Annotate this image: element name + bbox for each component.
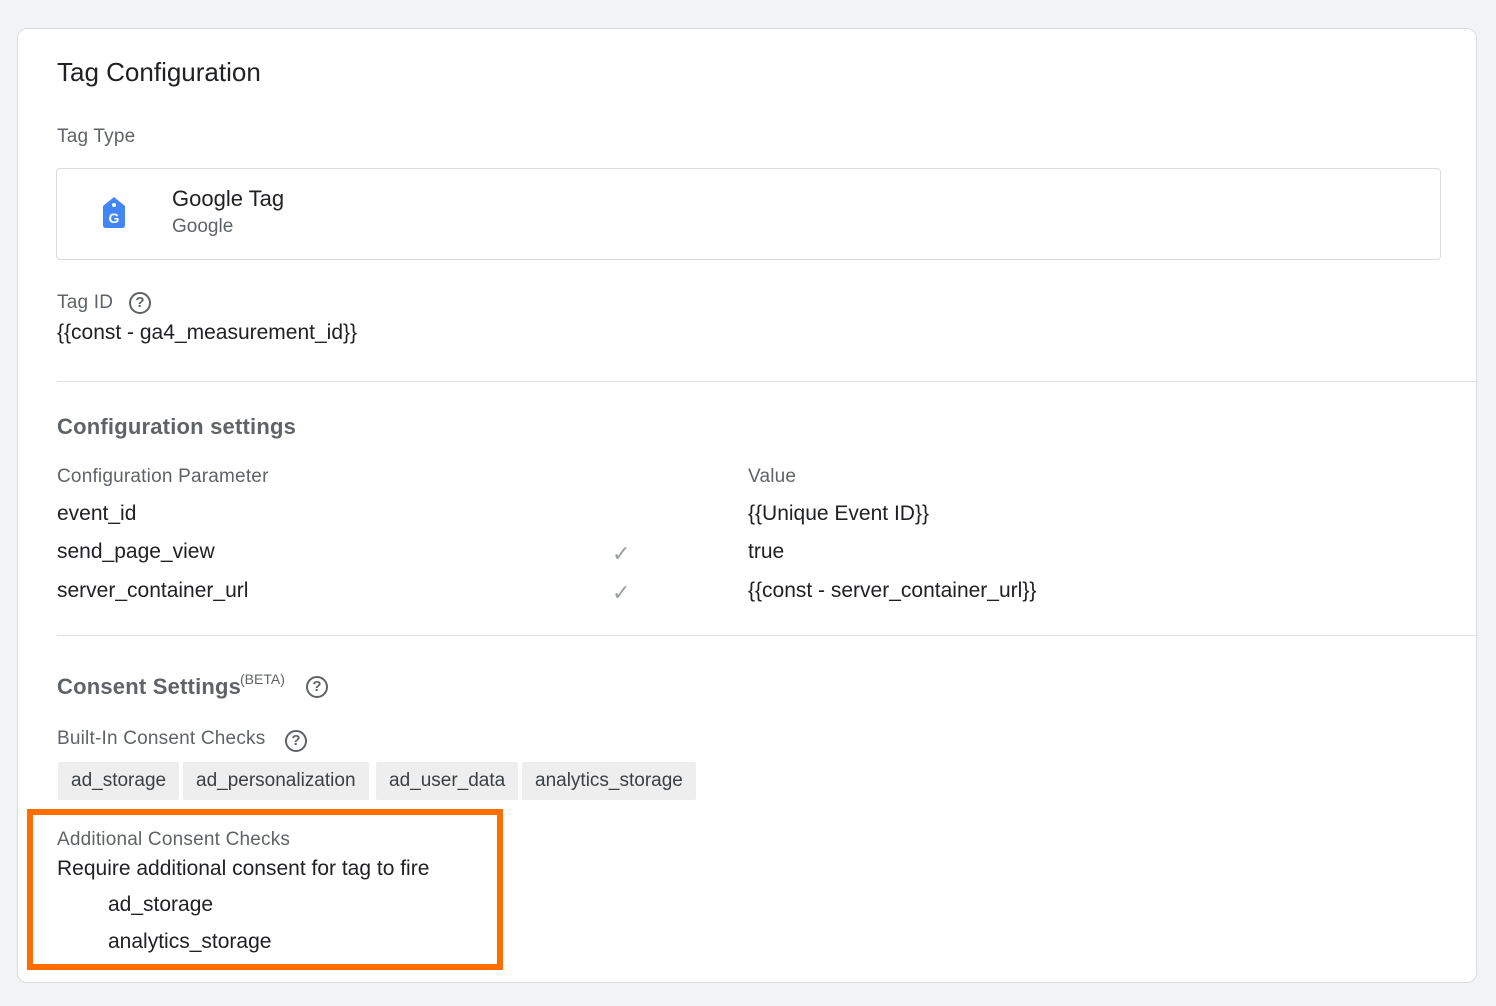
config-row-param: event_id [57, 502, 137, 525]
highlight-box [27, 809, 503, 970]
help-icon[interactable]: ? [129, 292, 151, 314]
config-row-param: send_page_view [57, 540, 215, 563]
config-row-value: true [748, 540, 785, 563]
config-row-param: server_container_url [57, 579, 249, 602]
tag-id-value: {{const - ga4_measurement_id}} [57, 321, 358, 344]
consent-section-title: Consent Settings [57, 674, 242, 699]
divider [57, 381, 1478, 382]
tag-type-name: Google Tag [172, 186, 285, 211]
tag-type-vendor: Google [172, 216, 234, 237]
help-icon[interactable]: ? [285, 730, 307, 752]
tag-type-label: Tag Type [57, 126, 136, 147]
help-icon[interactable]: ? [306, 676, 328, 698]
config-row-value: {{Unique Event ID}} [748, 502, 929, 525]
builtin-consent-label: Built-In Consent Checks [57, 728, 266, 749]
card-title: Tag Configuration [57, 57, 261, 87]
check-icon: ✓ [612, 580, 631, 605]
divider [57, 635, 1478, 636]
config-param-header: Configuration Parameter [57, 466, 269, 487]
config-section-title: Configuration settings [57, 414, 297, 439]
consent-chip: ad_personalization [183, 762, 369, 800]
check-icon: ✓ [612, 541, 631, 566]
google-tag-icon: G [101, 196, 127, 235]
consent-chip: ad_user_data [376, 762, 519, 800]
beta-badge: (BETA) [240, 671, 285, 687]
tag-type-selector[interactable]: G Google Tag Google [56, 168, 1441, 260]
consent-chip: analytics_storage [522, 762, 696, 800]
svg-text:G: G [109, 210, 120, 226]
config-value-header: Value [748, 466, 797, 487]
config-row-value: {{const - server_container_url}} [748, 579, 1037, 602]
consent-chip: ad_storage [58, 762, 180, 800]
tag-id-label: Tag ID [57, 292, 114, 313]
